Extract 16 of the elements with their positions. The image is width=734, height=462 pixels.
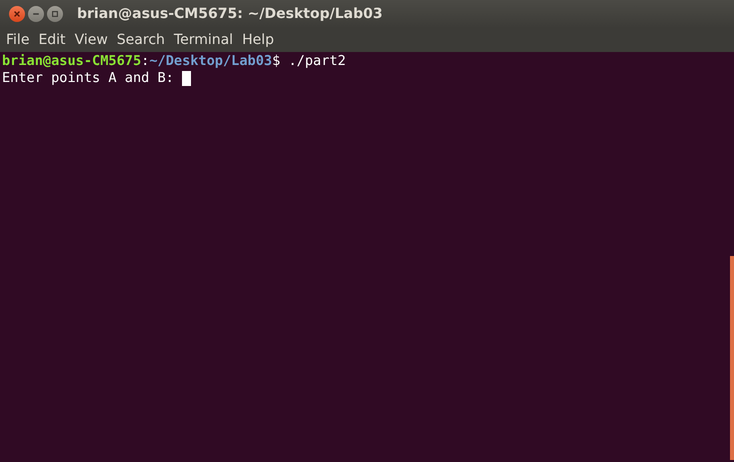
terminal-text: Enter points A and B: [2,70,175,87]
terminal-text: ~/Desktop/Lab03 [149,53,272,70]
menu-item[interactable]: Edit [38,32,66,48]
menu-item[interactable]: File [6,32,30,48]
maximize-icon[interactable] [47,6,63,22]
close-icon[interactable] [9,6,25,22]
terminal-text: brian@asus-CM5675 [2,53,142,70]
scrollbar[interactable] [730,256,734,460]
window-title: brian@asus-CM5675: ~/Desktop/Lab03 [77,6,383,22]
menu-item[interactable]: Search [116,32,165,48]
menu-item[interactable]: View [74,32,108,48]
menu-item[interactable]: Help [242,32,274,48]
minimize-icon[interactable] [28,6,44,22]
terminal-text: : [141,53,150,70]
terminal-text: $ ./part2 [272,53,346,70]
menu-item[interactable]: Terminal [174,32,234,48]
